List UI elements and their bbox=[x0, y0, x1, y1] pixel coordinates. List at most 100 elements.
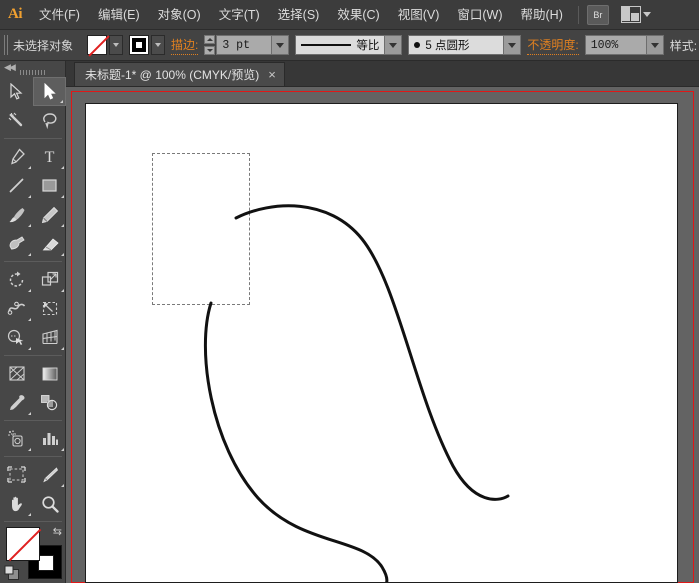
tools-divider bbox=[4, 261, 62, 262]
brush-definition-select[interactable]: 5 点圆形 bbox=[408, 35, 505, 55]
stroke-weight-dropdown[interactable] bbox=[272, 35, 290, 55]
svg-text:T: T bbox=[45, 149, 55, 165]
app-logo-icon: Ai bbox=[8, 6, 23, 22]
tool-magic-wand[interactable] bbox=[0, 106, 33, 135]
tool-rotate[interactable] bbox=[0, 265, 33, 294]
tools-divider bbox=[4, 420, 62, 421]
menu-divider bbox=[577, 5, 579, 24]
tool-column-graph[interactable] bbox=[33, 424, 66, 453]
opacity-dropdown-button[interactable] bbox=[646, 35, 664, 55]
tools-divider bbox=[4, 355, 62, 356]
tool-blend[interactable] bbox=[33, 388, 66, 417]
canvas-area[interactable] bbox=[66, 87, 699, 583]
profile-dropdown-button[interactable] bbox=[385, 35, 403, 55]
brush-dropdown-button[interactable] bbox=[504, 35, 522, 55]
tool-slice[interactable] bbox=[33, 460, 66, 489]
tool-corner-indicator bbox=[28, 318, 31, 321]
stroke-dropdown-button[interactable] bbox=[151, 35, 166, 55]
tool-lasso[interactable] bbox=[33, 106, 66, 135]
tool-scale[interactable] bbox=[33, 265, 66, 294]
close-icon[interactable]: × bbox=[268, 68, 276, 81]
fill-dropdown-button[interactable] bbox=[109, 35, 124, 55]
styles-label[interactable]: 样式: bbox=[670, 37, 697, 54]
variable-width-profile-label: 等比 bbox=[356, 40, 380, 52]
tool-gradient[interactable] bbox=[33, 359, 66, 388]
tool-corner-indicator bbox=[61, 253, 64, 256]
menu-view[interactable]: 视图(V) bbox=[389, 0, 449, 30]
variable-width-profile-select[interactable]: 等比 bbox=[295, 35, 386, 55]
stepper-up-button[interactable] bbox=[204, 35, 216, 44]
chevron-down-icon bbox=[508, 42, 517, 48]
swap-fill-stroke-icon[interactable]: ⇆ bbox=[53, 525, 62, 538]
tool-direct-selection[interactable] bbox=[33, 77, 66, 106]
tools-divider bbox=[3, 521, 62, 522]
chevron-down-icon bbox=[650, 42, 659, 48]
tool-mesh[interactable] bbox=[0, 359, 33, 388]
tool-corner-indicator bbox=[61, 289, 64, 292]
tool-eraser[interactable] bbox=[33, 229, 66, 258]
arrange-documents-button[interactable] bbox=[620, 6, 651, 23]
menu-type[interactable]: 文字(T) bbox=[210, 0, 269, 30]
tool-selection[interactable] bbox=[0, 77, 33, 106]
opacity-input[interactable]: 100% bbox=[584, 35, 647, 55]
menu-window[interactable]: 窗口(W) bbox=[448, 0, 511, 30]
bridge-button[interactable]: Br bbox=[586, 4, 609, 25]
menu-effect[interactable]: 效果(C) bbox=[328, 0, 388, 30]
fill-none-swatch[interactable] bbox=[87, 35, 108, 55]
tool-paintbrush[interactable] bbox=[0, 200, 33, 229]
control-bar-grip[interactable] bbox=[4, 35, 10, 55]
tool-corner-indicator bbox=[61, 195, 64, 198]
fill-stroke-block: ⇆ bbox=[0, 525, 66, 583]
fill-swatch-group[interactable] bbox=[87, 35, 124, 55]
arrange-documents-icon bbox=[620, 6, 641, 23]
tool-shape-builder[interactable] bbox=[0, 323, 33, 352]
stepper-down-button[interactable] bbox=[204, 46, 216, 55]
menu-object[interactable]: 对象(O) bbox=[149, 0, 210, 30]
tool-blob-brush[interactable] bbox=[0, 229, 33, 258]
tool-zoom[interactable] bbox=[33, 489, 66, 518]
opacity-label[interactable]: 不透明度: bbox=[527, 36, 579, 55]
tool-line-segment[interactable] bbox=[0, 171, 33, 200]
tool-corner-indicator bbox=[28, 253, 31, 256]
chevron-down-icon bbox=[155, 43, 162, 47]
menu-help[interactable]: 帮助(H) bbox=[512, 0, 572, 30]
curve-path-lower[interactable] bbox=[203, 301, 389, 583]
stroke-swatch-group[interactable] bbox=[129, 35, 166, 55]
tool-corner-indicator bbox=[28, 513, 31, 516]
tool-corner-indicator bbox=[61, 448, 64, 451]
tool-corner-indicator bbox=[28, 448, 31, 451]
chevron-down-icon bbox=[642, 12, 651, 17]
stroke-weight-input[interactable]: 3 pt bbox=[216, 35, 273, 55]
tool-rectangle[interactable] bbox=[33, 171, 66, 200]
collapse-panel-icon[interactable]: ◀◀ bbox=[4, 62, 16, 73]
tool-corner-indicator bbox=[61, 166, 64, 169]
tool-artboard[interactable] bbox=[0, 460, 33, 489]
menu-bar: Ai 文件(F) 编辑(E) 对象(O) 文字(T) 选择(S) 效果(C) 视… bbox=[0, 0, 699, 30]
tool-perspective-grid[interactable] bbox=[33, 323, 66, 352]
chevron-down-icon bbox=[113, 43, 120, 47]
curve-path-upper[interactable] bbox=[234, 204, 510, 501]
menu-edit[interactable]: 编辑(E) bbox=[89, 0, 149, 30]
artboard[interactable] bbox=[85, 103, 678, 583]
menu-select[interactable]: 选择(S) bbox=[269, 0, 329, 30]
stroke-black-swatch[interactable] bbox=[129, 35, 150, 55]
tool-width[interactable] bbox=[0, 294, 33, 323]
tool-eyedropper[interactable] bbox=[0, 388, 33, 417]
chevron-down-icon bbox=[276, 42, 285, 48]
menu-file[interactable]: 文件(F) bbox=[30, 0, 89, 30]
tool-corner-indicator bbox=[28, 224, 31, 227]
document-tab-title: 未标题-1* @ 100% (CMYK/预览) bbox=[85, 68, 260, 82]
tool-pen[interactable] bbox=[0, 142, 33, 171]
tool-pencil[interactable] bbox=[33, 200, 66, 229]
document-tab[interactable]: 未标题-1* @ 100% (CMYK/预览) × bbox=[74, 62, 285, 86]
stroke-weight-label[interactable]: 描边: bbox=[171, 36, 199, 55]
tool-corner-indicator bbox=[60, 100, 63, 103]
tool-free-transform[interactable] bbox=[33, 294, 66, 323]
tool-symbol-sprayer[interactable] bbox=[0, 424, 33, 453]
fill-none-large-swatch[interactable] bbox=[6, 527, 40, 561]
tool-hand[interactable] bbox=[0, 489, 33, 518]
default-fill-stroke-icon[interactable] bbox=[4, 565, 20, 583]
tools-panel-grip[interactable] bbox=[19, 70, 46, 75]
stroke-weight-stepper[interactable] bbox=[204, 35, 216, 55]
tool-type[interactable]: T bbox=[33, 142, 66, 171]
